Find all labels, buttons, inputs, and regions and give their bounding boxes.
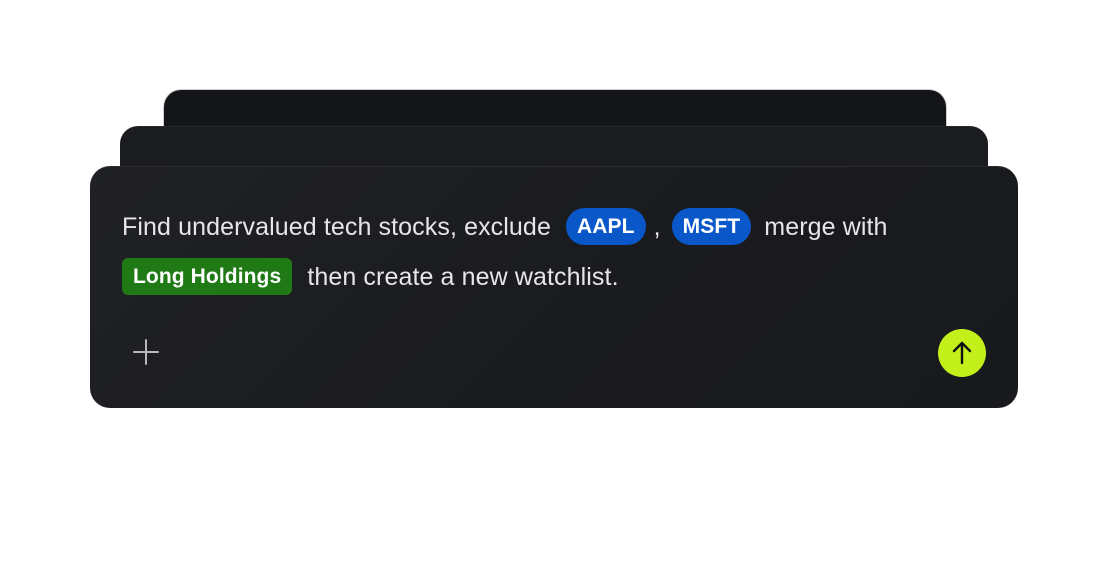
arrow-up-icon: [952, 341, 972, 365]
send-button[interactable]: [938, 329, 986, 377]
prompt-composer[interactable]: Find undervalued tech stocks, exclude AA…: [90, 166, 1018, 408]
prompt-text-segment: then create a new watchlist.: [307, 263, 619, 291]
add-attachment-button[interactable]: [126, 332, 166, 372]
chip-separator: ,: [653, 213, 661, 241]
prompt-text[interactable]: Find undervalued tech stocks, exclude AA…: [122, 202, 992, 302]
watchlist-chip-long-holdings[interactable]: Long Holdings: [122, 257, 293, 295]
ticker-chip-aapl[interactable]: AAPL: [566, 207, 646, 245]
ticker-chip-msft[interactable]: MSFT: [671, 207, 752, 245]
prompt-text-segment: Find undervalued tech stocks, exclude: [122, 213, 551, 241]
prompt-text-segment: merge with: [764, 213, 888, 241]
plus-icon: [133, 339, 159, 365]
